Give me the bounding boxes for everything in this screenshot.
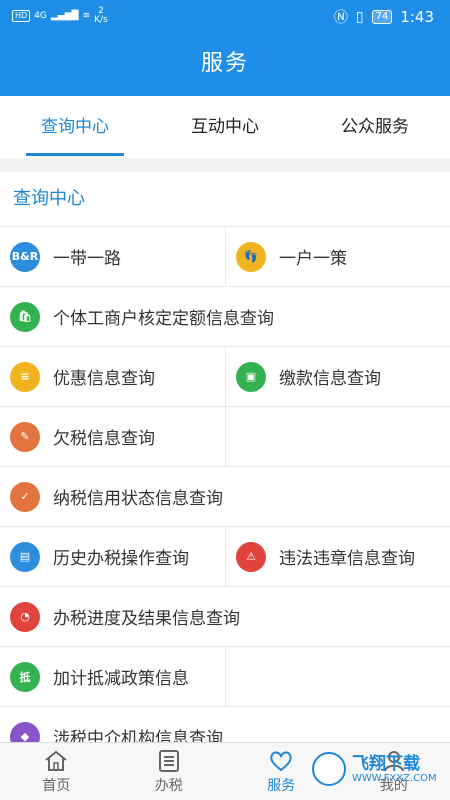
status-left: HD 4G ▂▄▆█ ≋ 2 K/s <box>12 7 108 25</box>
page-title: 服务 <box>0 32 450 96</box>
net-rate-unit: K/s <box>94 15 108 25</box>
service-item-label: 加计抵减政策信息 <box>53 669 189 689</box>
query-center-section: 查询中心 B&R 一带一路 👣 一户一策 🛍 个体工商户核定定额信息查询 ≡ 优… <box>0 172 450 742</box>
service-item-label: 一户一策 <box>279 249 347 269</box>
signal-label: 4G <box>34 11 47 21</box>
watermark-logo-icon <box>312 752 346 786</box>
service-item-label: 违法违章信息查询 <box>279 549 415 569</box>
wallet-icon: ▣ <box>236 361 266 392</box>
violation-icon: ⚠ <box>236 541 266 572</box>
watermark-url: WWW.FXXZ.COM <box>352 772 437 784</box>
progress-icon: ◔ <box>10 601 40 632</box>
heart-icon <box>270 751 292 771</box>
empty-cell <box>225 647 450 706</box>
deduction-icon: 抵 <box>10 661 40 692</box>
shop-icon: 🛍 <box>10 301 40 332</box>
service-item-belt-road[interactable]: B&R 一带一路 <box>0 227 225 286</box>
service-item-violation[interactable]: ⚠ 违法违章信息查询 <box>225 527 450 586</box>
history-icon: ▤ <box>10 541 40 572</box>
grid-row: B&R 一带一路 👣 一户一策 <box>0 227 450 287</box>
service-item-payment[interactable]: ▣ 缴款信息查询 <box>225 347 450 406</box>
grid-row: ◆ 涉税中介机构信息查询 <box>0 707 450 742</box>
grid-row: ✎ 欠税信息查询 <box>0 407 450 467</box>
wifi-icon: ≋ <box>82 11 91 21</box>
service-item-label: 历史办税操作查询 <box>53 549 189 569</box>
watermark-text: 飞翔下载 WWW.FXXZ.COM <box>352 755 437 784</box>
service-item-progress[interactable]: ◔ 办税进度及结果信息查询 <box>0 587 450 646</box>
service-item-one-household[interactable]: 👣 一户一策 <box>225 227 450 286</box>
service-item-label: 办税进度及结果信息查询 <box>53 609 240 629</box>
service-item-label: 一带一路 <box>53 249 121 269</box>
service-item-label: 优惠信息查询 <box>53 369 155 389</box>
watermark: 飞翔下载 WWW.FXXZ.COM <box>312 746 444 792</box>
agency-icon: ◆ <box>10 721 40 742</box>
discount-icon: ≡ <box>10 361 40 392</box>
service-grid: B&R 一带一路 👣 一户一策 🛍 个体工商户核定定额信息查询 ≡ 优惠信息查询… <box>0 226 450 742</box>
credit-icon: ✓ <box>10 481 40 512</box>
nav-tax[interactable]: 办税 <box>113 743 226 800</box>
footprint-icon: 👣 <box>236 241 266 272</box>
status-right: Ⓝ ▯ 74 1:43 <box>334 7 434 27</box>
battery-icon: 74 <box>371 10 393 24</box>
home-icon <box>45 750 67 771</box>
service-item-label: 涉税中介机构信息查询 <box>53 729 223 742</box>
grid-row: 抵 加计抵减政策信息 <box>0 647 450 707</box>
tab-public-service[interactable]: 公众服务 <box>300 96 450 158</box>
arrears-icon: ✎ <box>10 421 40 452</box>
tab-bar: 查询中心 互动中心 公众服务 <box>0 96 450 158</box>
grid-row: 🛍 个体工商户核定定额信息查询 <box>0 287 450 347</box>
signal-icon: ▂▄▆█ <box>50 11 79 21</box>
clock: 1:43 <box>400 8 434 26</box>
service-item-business-quota[interactable]: 🛍 个体工商户核定定额信息查询 <box>0 287 450 346</box>
status-bar: HD 4G ▂▄▆█ ≋ 2 K/s Ⓝ ▯ 74 1:43 <box>0 0 450 32</box>
nav-label: 办税 <box>154 777 183 794</box>
net-rate: 2 K/s <box>94 7 108 25</box>
empty-cell <box>225 407 450 466</box>
service-item-discount[interactable]: ≡ 优惠信息查询 <box>0 347 225 406</box>
service-item-credit[interactable]: ✓ 纳税信用状态信息查询 <box>0 467 450 526</box>
hd-badge: HD <box>12 10 31 22</box>
service-item-label: 纳税信用状态信息查询 <box>53 489 223 509</box>
nav-home[interactable]: 首页 <box>0 743 113 800</box>
tab-query-center[interactable]: 查询中心 <box>0 96 150 158</box>
watermark-title: 飞翔下载 <box>352 753 420 774</box>
service-item-label: 欠税信息查询 <box>53 429 155 449</box>
grid-row: ✓ 纳税信用状态信息查询 <box>0 467 450 527</box>
vibrate-icon: ▯ <box>355 9 364 25</box>
grid-row: ◔ 办税进度及结果信息查询 <box>0 587 450 647</box>
service-item-label: 缴款信息查询 <box>279 369 381 389</box>
nav-label: 首页 <box>42 777 71 794</box>
nav-label: 服务 <box>267 777 296 794</box>
service-item-agency[interactable]: ◆ 涉税中介机构信息查询 <box>0 707 450 742</box>
grid-row: ▤ 历史办税操作查询 ⚠ 违法违章信息查询 <box>0 527 450 587</box>
tab-interaction-center[interactable]: 互动中心 <box>150 96 300 158</box>
list-icon <box>158 749 179 772</box>
section-title: 查询中心 <box>13 188 85 209</box>
belt-road-icon: B&R <box>10 241 40 272</box>
nfc-icon: Ⓝ <box>333 10 348 26</box>
service-item-arrears[interactable]: ✎ 欠税信息查询 <box>0 407 225 466</box>
service-item-label: 个体工商户核定定额信息查询 <box>53 309 274 329</box>
service-item-history[interactable]: ▤ 历史办税操作查询 <box>0 527 225 586</box>
service-item-deduction[interactable]: 抵 加计抵减政策信息 <box>0 647 225 706</box>
grid-row: ≡ 优惠信息查询 ▣ 缴款信息查询 <box>0 347 450 407</box>
